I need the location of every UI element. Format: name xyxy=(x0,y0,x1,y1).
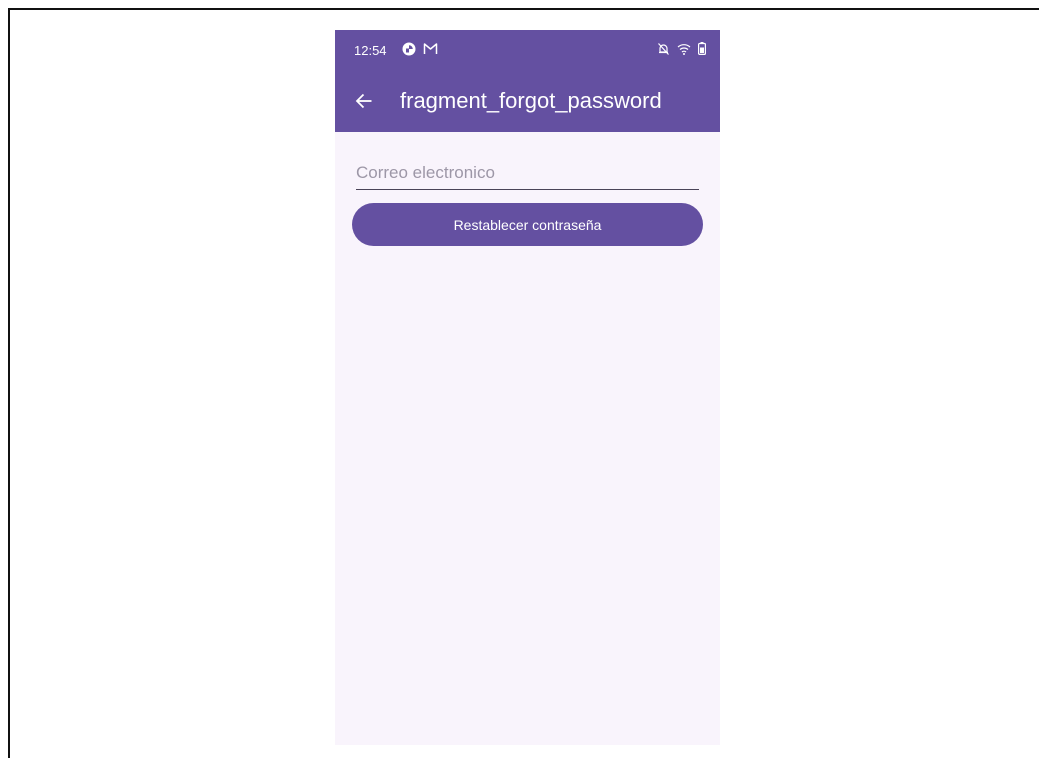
reset-password-button[interactable]: Restablecer contraseña xyxy=(352,203,703,246)
email-field[interactable] xyxy=(356,160,699,190)
notifications-off-icon xyxy=(657,42,670,61)
status-system-icons xyxy=(657,42,707,61)
status-time: 12:54 xyxy=(354,43,387,58)
app-bar: fragment_forgot_password xyxy=(335,74,720,132)
arrow-back-icon xyxy=(355,92,373,115)
gmail-icon xyxy=(423,42,438,60)
status-bar: 12:54 xyxy=(335,30,720,74)
app-notification-icon xyxy=(402,42,416,61)
status-notification-icons xyxy=(402,42,438,61)
back-button[interactable] xyxy=(349,88,379,118)
wifi-icon xyxy=(677,42,691,60)
page-title: fragment_forgot_password xyxy=(400,88,662,113)
phone-screen: 12:54 fragment_forgot_password Correo el… xyxy=(335,30,720,745)
battery-icon xyxy=(698,42,707,60)
